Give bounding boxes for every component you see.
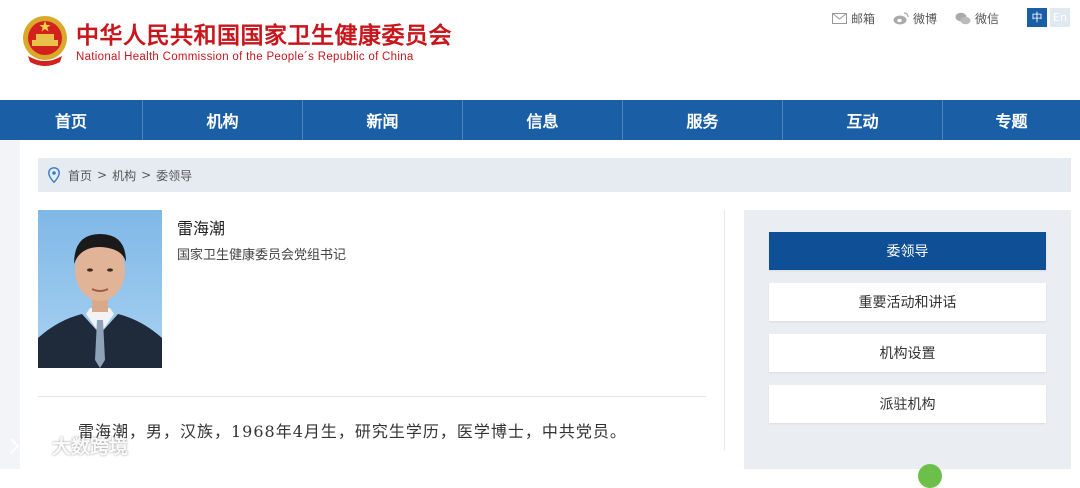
location-pin-icon bbox=[48, 167, 60, 183]
portrait-image bbox=[38, 210, 162, 368]
sidebar-item-stationed[interactable]: 派驻机构 bbox=[769, 385, 1046, 423]
lang-en-button[interactable]: En bbox=[1050, 8, 1070, 27]
nav-item-news[interactable]: 新闻 bbox=[303, 100, 463, 140]
wechat-icon bbox=[955, 12, 971, 24]
column-divider bbox=[724, 210, 725, 450]
section-divider bbox=[38, 396, 706, 397]
top-links: 邮箱 微博 微信 bbox=[832, 10, 1017, 26]
wechat-link-label: 微信 bbox=[975, 11, 1000, 26]
nav-item-institution[interactable]: 机构 bbox=[143, 100, 303, 140]
leader-portrait bbox=[38, 210, 162, 368]
breadcrumb: 首页 > 机构 > 委领导 bbox=[38, 158, 1071, 192]
sidebar-item-structure[interactable]: 机构设置 bbox=[769, 334, 1046, 372]
mail-link[interactable]: 邮箱 bbox=[832, 10, 875, 26]
sidebar-item-leaders[interactable]: 委领导 bbox=[769, 232, 1046, 270]
site-title-en[interactable]: National Health Commission of the People… bbox=[76, 51, 414, 63]
mail-icon bbox=[832, 12, 847, 24]
mail-link-label: 邮箱 bbox=[851, 11, 876, 26]
wechat-link[interactable]: 微信 bbox=[955, 10, 999, 26]
leader-bio: 雷海潮，男，汉族，1968年4月生，研究生学历，医学博士，中共党员。 bbox=[78, 422, 627, 441]
watermark: 大数跨境 bbox=[8, 432, 128, 459]
breadcrumb-current[interactable]: 委领导 bbox=[156, 167, 192, 184]
lang-cn-button[interactable]: 中 bbox=[1027, 8, 1047, 27]
breadcrumb-separator: > bbox=[97, 168, 108, 182]
floating-button[interactable] bbox=[918, 464, 942, 488]
national-emblem-icon[interactable] bbox=[20, 14, 70, 68]
leader-name: 雷海潮 bbox=[177, 219, 226, 238]
nav-item-information[interactable]: 信息 bbox=[463, 100, 623, 140]
watermark-text: 大数跨境 bbox=[52, 436, 129, 458]
nav-item-home[interactable]: 首页 bbox=[0, 100, 143, 140]
breadcrumb-institution[interactable]: 机构 bbox=[112, 167, 136, 184]
main-nav: 首页 机构 新闻 信息 服务 互动 专题 bbox=[0, 100, 1080, 140]
nav-item-interaction[interactable]: 互动 bbox=[783, 100, 943, 140]
language-switch: 中 En bbox=[1027, 8, 1070, 27]
weibo-link[interactable]: 微博 bbox=[893, 10, 937, 26]
weibo-icon bbox=[893, 11, 909, 24]
breadcrumb-separator: > bbox=[141, 168, 152, 182]
watermark-logo-icon bbox=[10, 437, 47, 454]
nav-item-service[interactable]: 服务 bbox=[623, 100, 783, 140]
site-title-cn[interactable]: 中华人民共和国国家卫生健康委员会 bbox=[76, 16, 452, 50]
leader-position: 国家卫生健康委员会党组书记 bbox=[177, 248, 347, 263]
sidebar-item-activities[interactable]: 重要活动和讲话 bbox=[769, 283, 1046, 321]
breadcrumb-home[interactable]: 首页 bbox=[68, 167, 92, 184]
nav-item-topics[interactable]: 专题 bbox=[943, 100, 1080, 140]
weibo-link-label: 微博 bbox=[913, 11, 938, 26]
site-header: 中华人民共和国国家卫生健康委员会 National Health Commiss… bbox=[0, 0, 1080, 100]
